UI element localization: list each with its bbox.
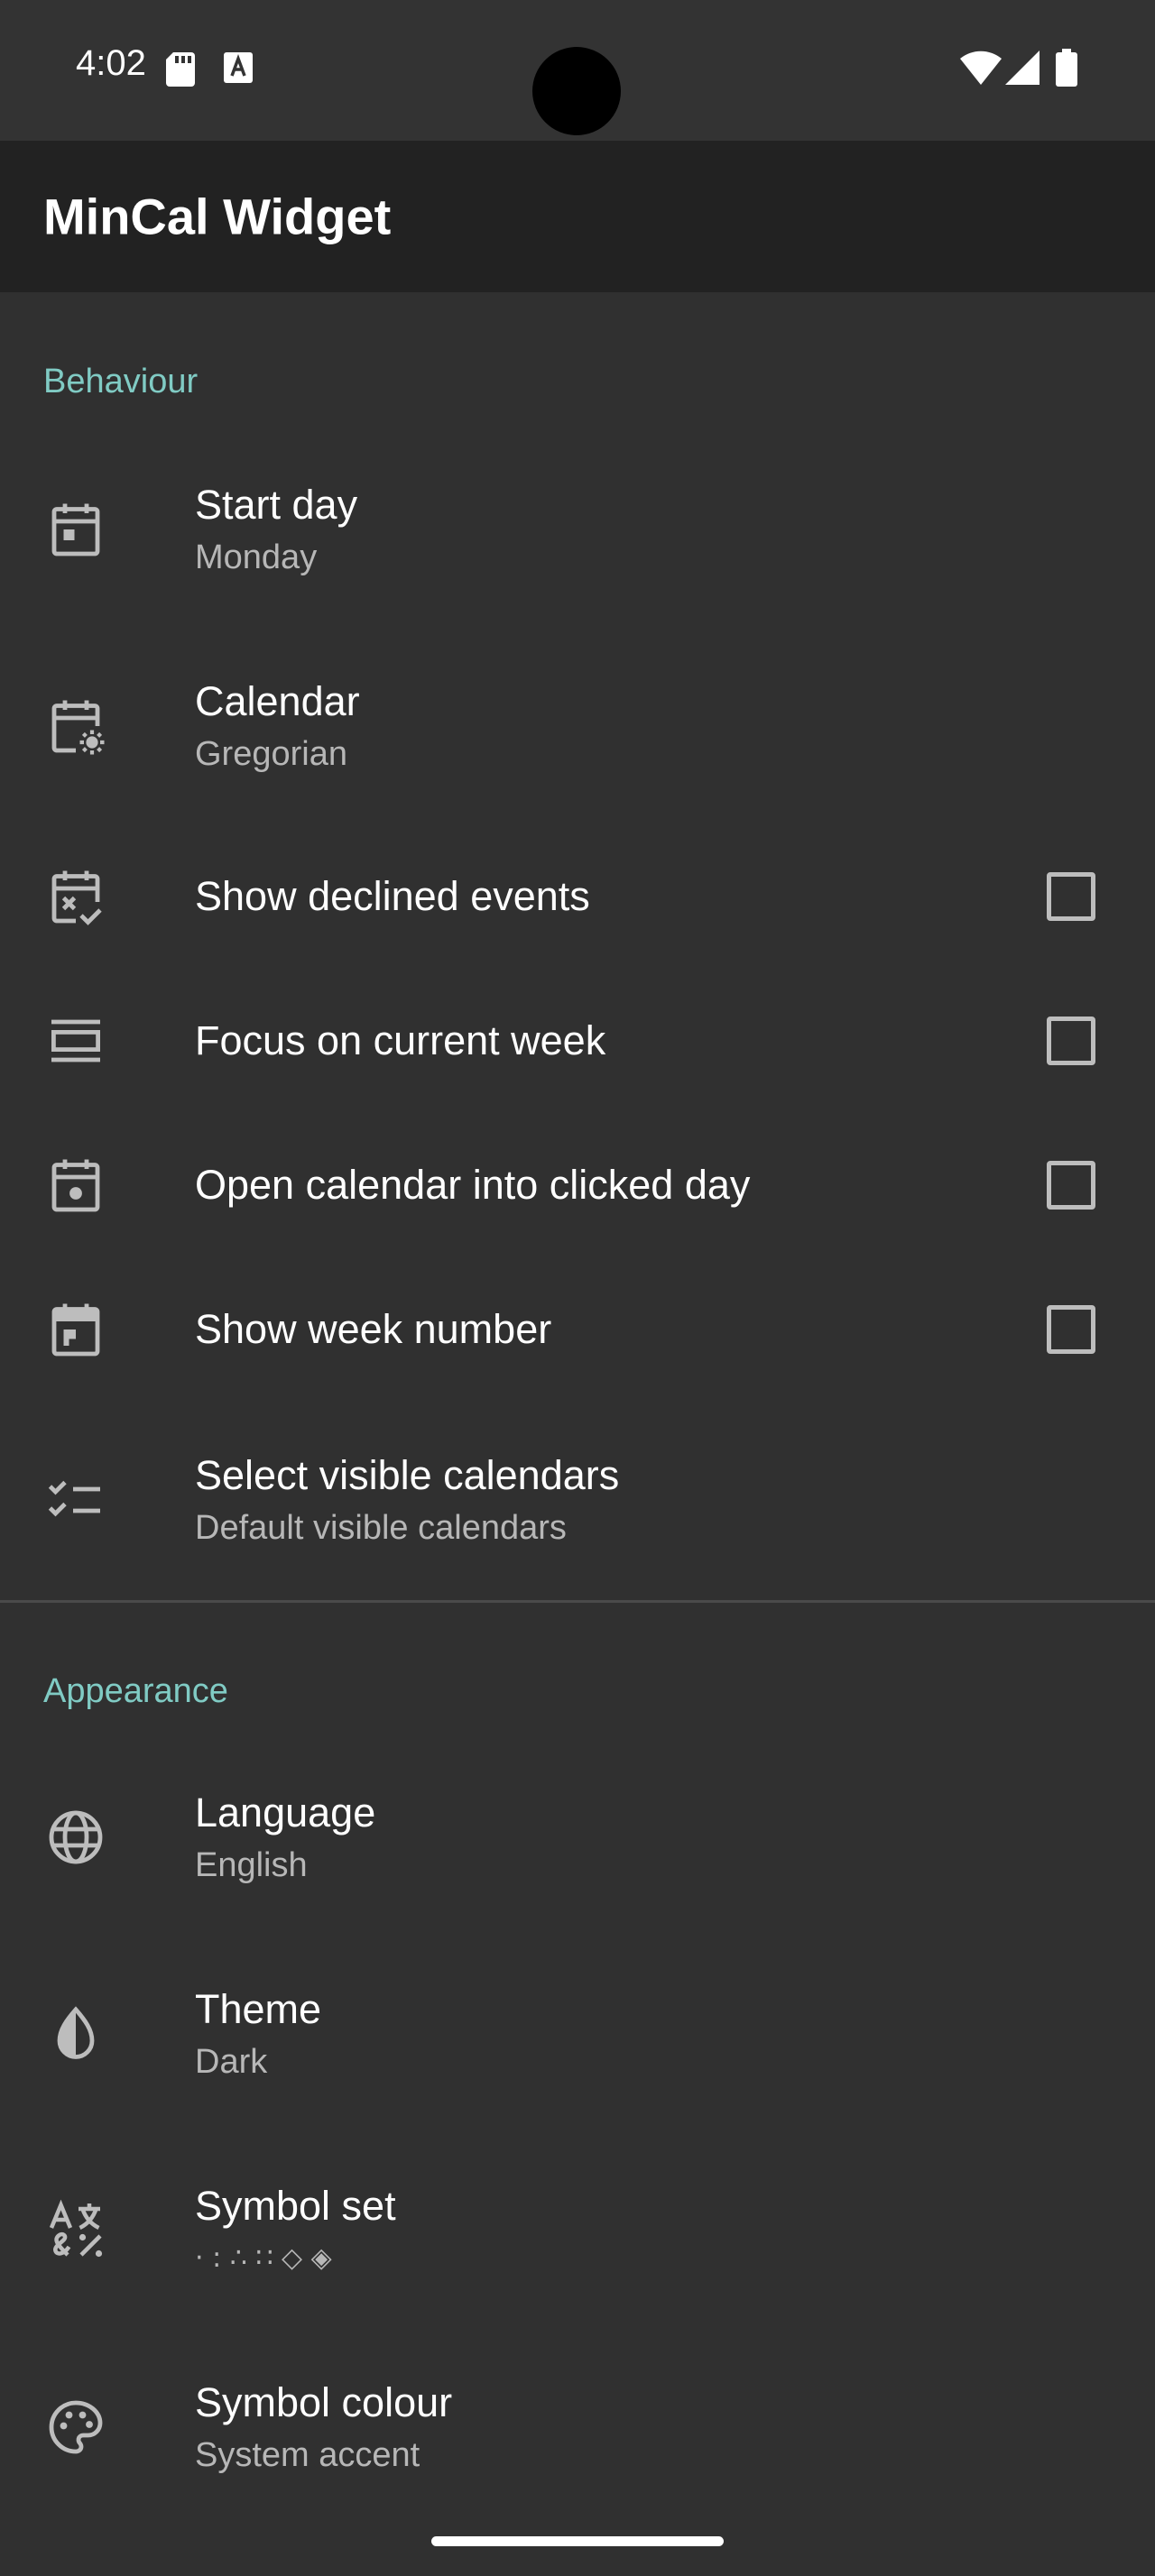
globe-icon [43, 1805, 108, 1870]
pref-title: Select visible calendars [195, 1452, 620, 1498]
camera-cutout [532, 47, 621, 135]
pref-symbol-set[interactable]: Symbol set · : ∴ ∷ ◇ ◈ [0, 2132, 1155, 2329]
show-week-number-checkbox[interactable] [1047, 1305, 1095, 1354]
contrast-icon [43, 2001, 108, 2066]
pref-title: Calendar [195, 678, 360, 724]
pref-title: Open calendar into clicked day [195, 1162, 751, 1208]
translate-symbols-icon [43, 2198, 108, 2263]
font-download-icon [224, 52, 253, 87]
pref-title: Show week number [195, 1306, 552, 1352]
calendar-declined-icon [43, 864, 108, 929]
pref-title: Show declined events [195, 873, 590, 919]
pref-title: Focus on current week [195, 1017, 606, 1063]
pref-symbol-colour[interactable]: Symbol colour System accent [0, 2329, 1155, 2525]
pref-summary: Gregorian [195, 735, 347, 773]
pref-language[interactable]: Language English [0, 1739, 1155, 1936]
page-title: MinCal Widget [43, 188, 392, 245]
battery-icon [1056, 49, 1077, 91]
event-icon [43, 1153, 108, 1218]
pref-open-clicked-day[interactable]: Open calendar into clicked day [0, 1113, 1155, 1257]
section-header-behaviour: Behaviour [43, 363, 199, 400]
pref-title: Symbol set [195, 2183, 396, 2229]
section-header-appearance: Appearance [43, 1672, 228, 1710]
focus-week-checkbox[interactable] [1047, 1017, 1095, 1065]
gesture-nav-handle[interactable] [431, 2536, 724, 2546]
calendar-settings-icon [43, 694, 108, 759]
pref-select-visible-calendars[interactable]: Select visible calendars Default visible… [0, 1402, 1155, 1598]
calendar-today-icon [43, 497, 108, 562]
pref-summary: English [195, 1846, 308, 1884]
pref-calendar[interactable]: Calendar Gregorian [0, 628, 1155, 824]
status-bar: 4:02 [0, 0, 1155, 141]
checklist-icon [43, 1467, 108, 1532]
open-clicked-day-checkbox[interactable] [1047, 1161, 1095, 1210]
pref-title: Theme [195, 1986, 322, 2032]
pref-title: Start day [195, 482, 358, 528]
pref-title: Language [195, 1789, 376, 1835]
calendar-week-number-icon [43, 1297, 108, 1362]
pref-summary: Monday [195, 538, 318, 576]
pref-show-declined-events[interactable]: Show declined events [0, 824, 1155, 969]
palette-icon [43, 2395, 108, 2460]
sd-card-icon [166, 52, 195, 91]
pref-start-day[interactable]: Start day Monday [0, 431, 1155, 628]
pref-theme[interactable]: Theme Dark [0, 1936, 1155, 2132]
show-declined-checkbox[interactable] [1047, 872, 1095, 921]
pref-summary: · : ∴ ∷ ◇ ◈ [195, 2242, 332, 2274]
app-bar: MinCal Widget [0, 141, 1155, 292]
view-week-icon [43, 1008, 108, 1073]
pref-show-week-number[interactable]: Show week number [0, 1257, 1155, 1402]
status-time: 4:02 [76, 43, 146, 83]
pref-focus-current-week[interactable]: Focus on current week [0, 969, 1155, 1113]
pref-summary: Dark [195, 2043, 268, 2081]
pref-summary: Default visible calendars [195, 1509, 567, 1547]
pref-title: Symbol colour [195, 2379, 453, 2425]
wifi-icon [960, 51, 1002, 89]
signal-icon [1005, 51, 1040, 89]
pref-summary: System accent [195, 2436, 420, 2474]
section-divider [0, 1600, 1155, 1603]
